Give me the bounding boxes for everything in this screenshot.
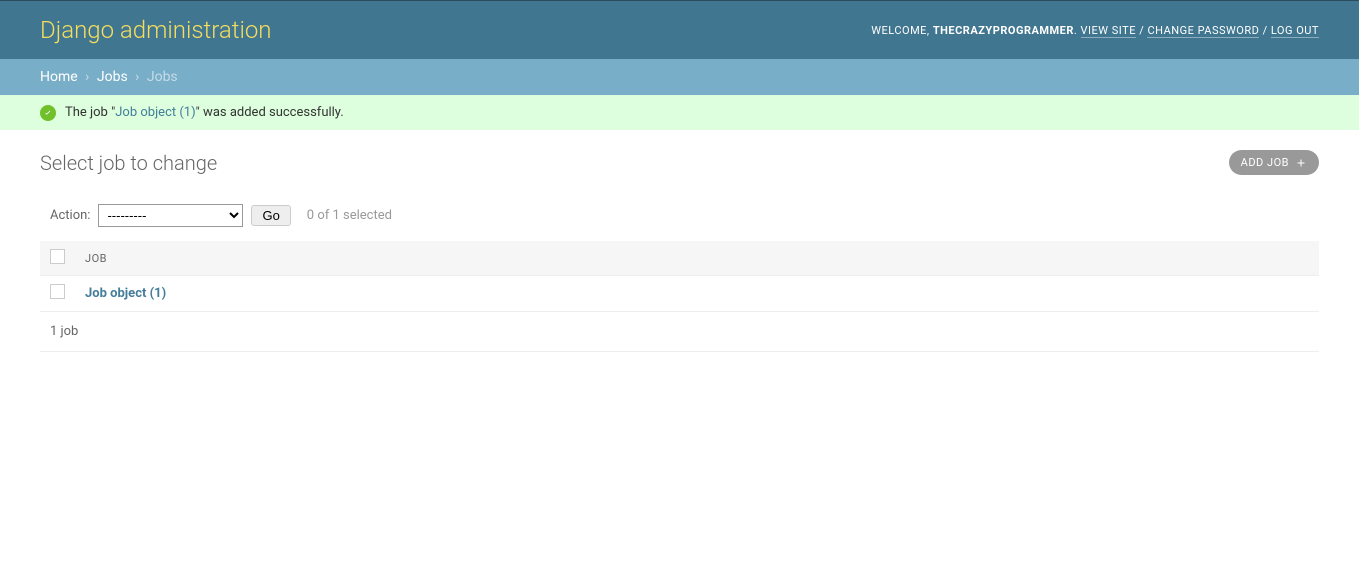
message-list: The job "Job object (1)" was added succe… — [0, 95, 1359, 130]
site-title: Django administration — [40, 16, 272, 44]
success-message: The job "Job object (1)" was added succe… — [0, 95, 1359, 130]
breadcrumb-separator: › — [85, 69, 89, 85]
separator: / — [1263, 24, 1271, 37]
message-object-link[interactable]: Job object (1) — [115, 105, 195, 120]
separator: . — [1074, 24, 1081, 37]
success-icon — [40, 105, 56, 121]
add-job-label: ADD JOB — [1241, 156, 1289, 169]
table-row: Job object (1) — [40, 276, 1319, 312]
row-cell: Job object (1) — [75, 276, 1319, 312]
user-tools: WELCOME, THECRAZYPROGRAMMER. VIEW SITE /… — [871, 24, 1319, 37]
column-header-job[interactable]: JOB — [75, 241, 1319, 276]
content: Select job to change ADD JOB Action: ---… — [0, 130, 1359, 372]
message-suffix: " was added successfully. — [196, 105, 344, 120]
breadcrumb: Home › Jobs › Jobs — [0, 59, 1359, 95]
breadcrumb-current: Jobs — [147, 69, 178, 85]
content-header: Select job to change ADD JOB — [40, 150, 1319, 175]
paginator: 1 job — [40, 312, 1319, 352]
job-object-link[interactable]: Job object (1) — [85, 286, 166, 301]
logout-link[interactable]: LOG OUT — [1271, 24, 1319, 38]
action-select[interactable]: --------- — [98, 204, 243, 227]
action-label: Action: — [50, 208, 90, 223]
breadcrumb-home[interactable]: Home — [40, 69, 78, 85]
message-prefix: The job " — [65, 105, 115, 120]
plus-icon — [1295, 157, 1307, 169]
header: Django administration WELCOME, THECRAZYP… — [0, 0, 1359, 59]
object-tools: ADD JOB — [1229, 150, 1319, 175]
action-counter: 0 of 1 selected — [307, 208, 392, 223]
change-password-link[interactable]: CHANGE PASSWORD — [1147, 24, 1259, 38]
actions-bar: Action: --------- Go 0 of 1 selected — [40, 200, 1319, 231]
select-all-header — [40, 241, 75, 276]
page-title: Select job to change — [40, 151, 217, 175]
go-button[interactable]: Go — [251, 205, 290, 226]
breadcrumb-separator: › — [135, 69, 139, 85]
add-job-button[interactable]: ADD JOB — [1229, 150, 1319, 175]
results-table: JOB Job object (1) — [40, 241, 1319, 312]
view-site-link[interactable]: VIEW SITE — [1081, 24, 1136, 38]
username: THECRAZYPROGRAMMER — [933, 24, 1074, 37]
breadcrumb-jobs[interactable]: Jobs — [97, 69, 128, 85]
welcome-text: WELCOME, — [871, 24, 929, 37]
select-all-checkbox[interactable] — [50, 249, 65, 264]
row-checkbox[interactable] — [50, 284, 65, 299]
row-select-cell — [40, 276, 75, 312]
